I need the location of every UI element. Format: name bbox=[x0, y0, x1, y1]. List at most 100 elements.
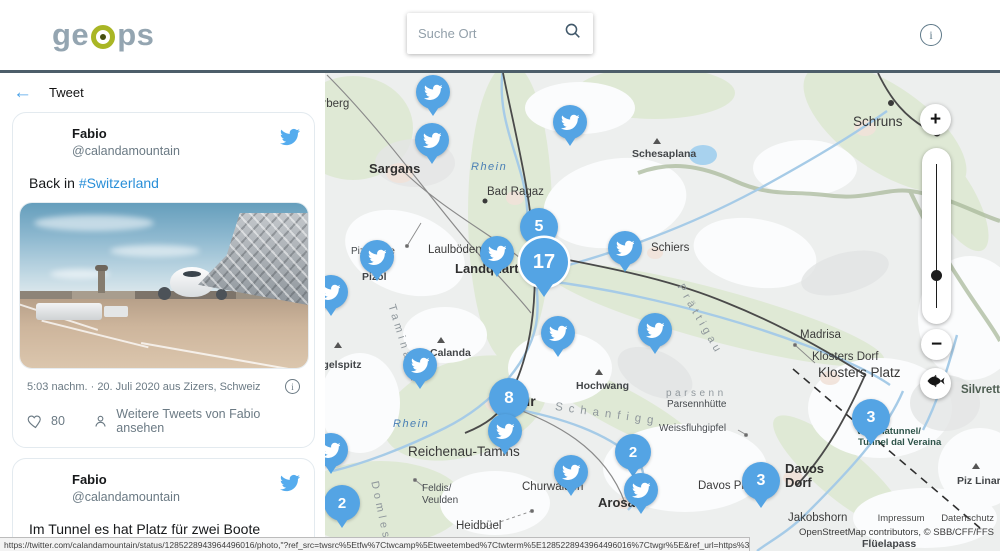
tweet-marker[interactable] bbox=[553, 105, 587, 139]
zoom-in-button[interactable]: + bbox=[920, 104, 951, 135]
map-copyright: OpenStreetMap contributors, © SBB/CFF/FF… bbox=[799, 527, 994, 538]
more-tweets-link[interactable]: Weitere Tweets von Fabio ansehen bbox=[116, 407, 300, 435]
tweet-marker[interactable] bbox=[554, 455, 588, 489]
tweet-marker[interactable] bbox=[480, 236, 514, 270]
mountain-peak-icon bbox=[595, 369, 603, 375]
tweet-author-handle: @calandamountain bbox=[72, 144, 272, 158]
search-input[interactable] bbox=[418, 26, 564, 41]
twitter-bird-icon bbox=[562, 463, 581, 482]
back-arrow-icon[interactable]: ← bbox=[13, 83, 32, 102]
cluster-count: 3 bbox=[867, 409, 876, 427]
photo-cloud bbox=[110, 245, 200, 257]
mountain-peak-icon bbox=[334, 342, 342, 348]
app-header: geps i bbox=[0, 0, 1000, 73]
tweet-cluster-marker[interactable]: 3 bbox=[852, 399, 890, 437]
twitter-bird-icon bbox=[561, 113, 580, 132]
avatar[interactable] bbox=[27, 125, 64, 162]
datenschutz-link[interactable]: Datenschutz bbox=[941, 513, 994, 524]
logo-text-left: ge bbox=[52, 17, 89, 53]
map-label: Silvrett bbox=[961, 384, 1000, 396]
map-label: Piz Linar bbox=[957, 475, 1000, 487]
twitter-bird-icon bbox=[368, 248, 387, 267]
mountain-peak-icon bbox=[653, 138, 661, 144]
tweet-cluster-marker[interactable]: 8 bbox=[489, 378, 529, 418]
zoom-slider[interactable] bbox=[922, 148, 951, 324]
map-label: Parsennhütte bbox=[667, 399, 727, 410]
photo-engine bbox=[158, 287, 171, 300]
map-label: Calanda bbox=[430, 347, 471, 359]
tweet-marker[interactable] bbox=[403, 348, 437, 382]
person-icon bbox=[92, 413, 109, 430]
twitter-bird-icon bbox=[488, 244, 507, 263]
twitter-bird-icon bbox=[496, 422, 515, 441]
tweet-marker[interactable] bbox=[608, 231, 642, 265]
zoom-slider-track bbox=[936, 164, 938, 308]
zoom-out-button[interactable]: − bbox=[921, 329, 952, 360]
tweet-card[interactable]: Fabio @calandamountain Back in #Switzerl… bbox=[12, 112, 315, 448]
map-label: Schiers bbox=[651, 242, 689, 254]
search-box bbox=[407, 13, 593, 54]
twitter-bird-icon bbox=[423, 131, 442, 150]
mountain-peak-icon bbox=[437, 337, 445, 343]
map-label: Hochwang bbox=[576, 380, 629, 392]
geops-logo[interactable]: geps bbox=[52, 17, 154, 53]
search-icon[interactable] bbox=[564, 22, 582, 45]
twitter-bird-icon bbox=[632, 481, 651, 500]
tweet-cluster-marker[interactable]: 17 bbox=[520, 238, 568, 286]
fish-layer-button[interactable] bbox=[920, 368, 951, 399]
map-label: Rhein bbox=[471, 161, 507, 173]
tweet-marker[interactable] bbox=[624, 473, 658, 507]
avatar[interactable] bbox=[27, 471, 64, 508]
tweet-timestamp: 5:03 nachm. · 20. Juli 2020 aus Zizers, … bbox=[27, 381, 261, 393]
tweet-marker[interactable] bbox=[488, 414, 522, 448]
map-attribution: Impressum Datenschutz OpenStreetMap cont… bbox=[799, 513, 994, 538]
map-label: Heidbüel bbox=[456, 520, 501, 532]
map-label: Feldis/ bbox=[422, 483, 451, 494]
map-label: Dorf bbox=[785, 475, 812, 490]
map-label: Sargans bbox=[369, 161, 420, 176]
logo-o-icon bbox=[91, 25, 115, 49]
twitter-bird-icon bbox=[616, 239, 635, 258]
map-label: Klosters Platz bbox=[818, 365, 901, 380]
tweet-cluster-marker[interactable]: 2 bbox=[615, 434, 651, 470]
map-label: Bad Ragaz bbox=[487, 186, 544, 198]
twitter-bird-icon bbox=[325, 441, 340, 460]
impressum-link[interactable]: Impressum bbox=[878, 513, 925, 524]
tweet-hashtag-link[interactable]: #Switzerland bbox=[79, 175, 159, 191]
tweet-marker[interactable] bbox=[415, 123, 449, 157]
map-label: Klosters Dorf bbox=[812, 351, 878, 363]
map-label: erberg bbox=[325, 98, 349, 110]
map-label: Laulböden bbox=[428, 244, 482, 256]
map-label: Davos Pl bbox=[698, 480, 744, 492]
map-canvas[interactable]: + − Impressum Datenschutz OpenStreetMap … bbox=[325, 73, 1000, 551]
twitter-bird-icon bbox=[424, 83, 443, 102]
twitter-logo-icon[interactable] bbox=[280, 473, 300, 493]
map-label: Flüelapass bbox=[862, 538, 916, 550]
like-count: 80 bbox=[51, 414, 65, 428]
tweet-marker[interactable] bbox=[416, 75, 450, 109]
tweet-author-name: Fabio bbox=[72, 126, 272, 141]
zoom-slider-handle[interactable] bbox=[931, 270, 942, 281]
info-button[interactable]: i bbox=[920, 24, 942, 46]
tweet-marker[interactable] bbox=[360, 240, 394, 274]
tweet-cluster-marker[interactable]: 3 bbox=[742, 462, 780, 500]
map-label: Schesaplana bbox=[632, 148, 696, 160]
tweet-cluster-marker[interactable]: 2 bbox=[325, 485, 360, 521]
photo-control-tower bbox=[98, 269, 105, 293]
tweet-marker[interactable] bbox=[638, 313, 672, 347]
photo-engine bbox=[216, 289, 227, 300]
twitter-logo-icon[interactable] bbox=[280, 127, 300, 147]
map-label: Rhein bbox=[393, 418, 429, 430]
cluster-count: 2 bbox=[629, 444, 637, 461]
twitter-bird-icon bbox=[646, 321, 665, 340]
tweet-photo-airport[interactable] bbox=[19, 202, 309, 369]
heart-icon[interactable] bbox=[27, 413, 44, 430]
cluster-count: 3 bbox=[757, 472, 766, 490]
cluster-count: 2 bbox=[338, 495, 346, 512]
tweet-text: Im Tunnel es hat Platz für zwei Boote bbox=[29, 521, 260, 537]
tweet-marker[interactable] bbox=[541, 316, 575, 350]
tweet-text: Back in bbox=[29, 175, 79, 191]
tweet-info-icon[interactable]: i bbox=[285, 379, 300, 394]
map-label: parsenn bbox=[666, 388, 727, 399]
link-status-bar: https://twitter.com/calandamountain/stat… bbox=[0, 537, 750, 551]
